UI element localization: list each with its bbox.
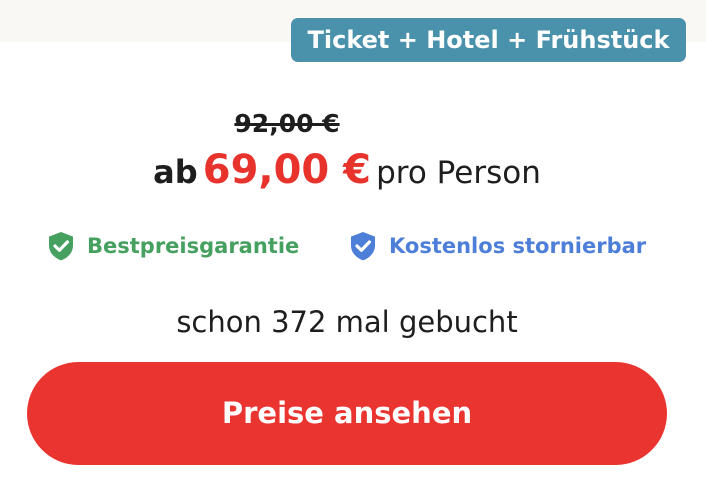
price-line: ab 69,00 € pro Person <box>0 140 694 208</box>
price-prefix: ab <box>153 153 198 191</box>
feature-free-cancellation: Kostenlos stornierbar <box>347 228 646 264</box>
view-prices-button[interactable]: Preise ansehen <box>27 362 667 465</box>
feature-best-price: Bestpreisgarantie <box>45 228 299 264</box>
old-price: 92,00 € <box>234 109 340 138</box>
package-badge: Ticket + Hotel + Frühstück <box>291 18 686 62</box>
booking-count: schon 372 mal gebucht <box>176 305 518 339</box>
offer-card: Ticket + Hotel + Frühstück 92,00 € ab 69… <box>0 0 706 480</box>
shield-check-icon <box>347 230 379 262</box>
current-price: 69,00 € <box>202 147 372 193</box>
feature-label: Kostenlos stornierbar <box>389 234 647 258</box>
shield-check-icon <box>45 230 77 262</box>
feature-label: Bestpreisgarantie <box>87 234 300 258</box>
price-suffix: pro Person <box>376 155 541 191</box>
